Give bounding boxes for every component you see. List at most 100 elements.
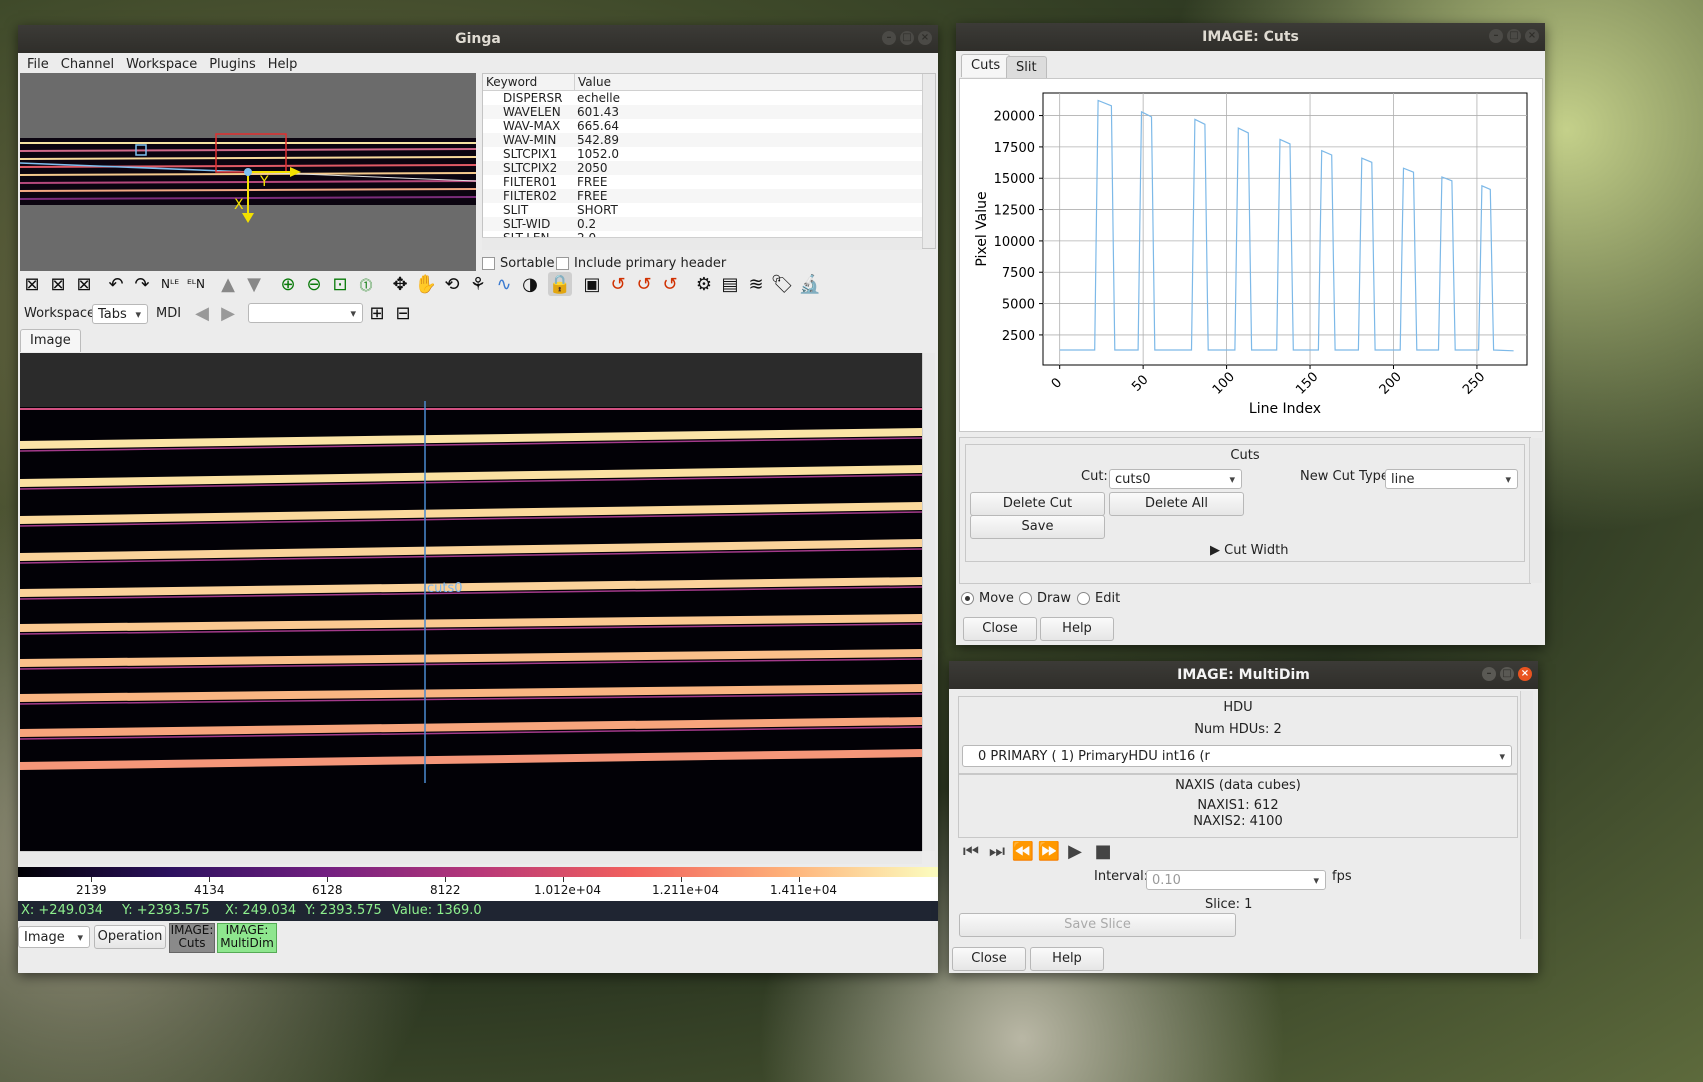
- plugin-tab-multidim[interactable]: IMAGE: MultiDim: [217, 923, 277, 953]
- md-close-window-button[interactable]: ×: [1518, 667, 1532, 681]
- header-vscroll[interactable]: [922, 74, 935, 248]
- include-primary-checkbox[interactable]: Include primary header: [556, 256, 726, 271]
- hdu-combo[interactable]: 0 PRIMARY ( 1) PrimaryHDU int16 (r: [962, 745, 1512, 768]
- lock-icon[interactable]: 🔒: [548, 272, 572, 296]
- cuts-close-button[interactable]: Close: [963, 617, 1037, 641]
- orient-nw-icon[interactable]: ᴱᴸN: [184, 272, 208, 296]
- next-arrow-icon[interactable]: ▶: [216, 301, 240, 325]
- menu-channel[interactable]: Channel: [58, 57, 123, 72]
- md-vscroll[interactable]: [1520, 691, 1533, 939]
- interval-spinbox[interactable]: 0.10: [1146, 870, 1326, 891]
- column-value[interactable]: Value: [575, 74, 611, 90]
- reset-contrast-icon[interactable]: ↺: [632, 272, 656, 296]
- preferences-icon[interactable]: ⚙: [692, 272, 716, 296]
- header-row[interactable]: SLT-WID 0.2: [483, 217, 935, 231]
- header-row[interactable]: FILTER02 FREE: [483, 189, 935, 203]
- add-workspace-icon[interactable]: ⊞: [365, 301, 389, 325]
- cuts-help-button[interactable]: Help: [1040, 617, 1114, 641]
- cuts-minimize-button[interactable]: –: [1489, 29, 1503, 43]
- pan-view[interactable]: Y X: [20, 73, 476, 271]
- swap-xy-icon[interactable]: ⊠: [72, 272, 96, 296]
- channel-combo[interactable]: Image: [18, 926, 90, 949]
- plugin-tab-cuts[interactable]: IMAGE: Cuts: [169, 923, 215, 953]
- sortable-checkbox[interactable]: Sortable: [482, 256, 554, 271]
- first-slice-icon[interactable]: ⏮: [959, 839, 983, 863]
- controls-vscroll[interactable]: [1529, 438, 1542, 583]
- md-close-button[interactable]: Close: [952, 947, 1026, 971]
- header-row[interactable]: WAV-MIN 542.89: [483, 133, 935, 147]
- image-viewer[interactable]: cuts0: [20, 353, 922, 851]
- md-help-button[interactable]: Help: [1030, 947, 1104, 971]
- mode-draw-radio[interactable]: Draw: [1019, 591, 1071, 606]
- cuts-close-window-button[interactable]: ×: [1525, 29, 1539, 43]
- prev-arrow-icon[interactable]: ◀: [190, 301, 214, 325]
- tab-image[interactable]: Image: [20, 329, 81, 352]
- grab-icon[interactable]: ✋: [414, 272, 438, 296]
- rewind-icon[interactable]: ⏪: [1011, 839, 1035, 863]
- layers-icon[interactable]: ≋: [744, 272, 768, 296]
- cuts-plot[interactable]: 0 50 100 150 200 250 2500 5000 7500 10000 12500 150…: [960, 79, 1542, 431]
- flip-x-icon[interactable]: ⊠: [20, 272, 44, 296]
- flip-y-icon[interactable]: ⊠: [46, 272, 70, 296]
- save-slice-button[interactable]: Save Slice: [959, 913, 1236, 937]
- cut-width-expander[interactable]: ▶ Cut Width: [1210, 543, 1288, 558]
- menu-plugins[interactable]: Plugins: [206, 57, 265, 72]
- delete-all-button[interactable]: Delete All: [1109, 492, 1244, 516]
- header-row[interactable]: SLTCPIX2 2050: [483, 161, 935, 175]
- stop-icon[interactable]: ■: [1091, 839, 1115, 863]
- zoom-in-icon[interactable]: ⊕: [276, 272, 300, 296]
- cut-combo[interactable]: cuts0: [1109, 469, 1242, 490]
- workspace-combo[interactable]: Tabs: [92, 304, 148, 325]
- column-keyword[interactable]: Keyword: [483, 74, 575, 90]
- header-row[interactable]: WAV-MAX 665.64: [483, 119, 935, 133]
- rotate-ccw-icon[interactable]: ↶: [104, 272, 128, 296]
- tab-slit[interactable]: Slit: [1006, 56, 1047, 79]
- workspace-name-input[interactable]: [248, 303, 363, 324]
- next-image-icon[interactable]: ▼: [242, 272, 266, 296]
- rotate-icon[interactable]: ⟲: [440, 272, 464, 296]
- reset-cmap-icon[interactable]: ↺: [606, 272, 630, 296]
- fast-forward-icon[interactable]: ⏩: [1037, 839, 1061, 863]
- tag-icon[interactable]: 🏷: [770, 272, 794, 296]
- play-icon[interactable]: ▶: [1063, 839, 1087, 863]
- prev-slice-icon[interactable]: ⏭: [985, 839, 1009, 863]
- close-button[interactable]: ×: [918, 31, 932, 45]
- contrast-icon[interactable]: ◑: [518, 272, 542, 296]
- tab-cuts[interactable]: Cuts: [961, 54, 1011, 77]
- header-hscroll[interactable]: [482, 237, 922, 250]
- cuts-maximize-button[interactable]: □: [1507, 29, 1521, 43]
- header-row[interactable]: SLIT SHORT: [483, 203, 935, 217]
- image-hscroll[interactable]: [20, 851, 922, 864]
- menu-help[interactable]: Help: [265, 57, 307, 72]
- prev-image-icon[interactable]: ▲: [216, 272, 240, 296]
- cuts-icon[interactable]: ▣: [580, 272, 604, 296]
- md-minimize-button[interactable]: –: [1482, 667, 1496, 681]
- header-table[interactable]: Keyword Value DISPERSR echelle WAVELEN 601.…: [482, 73, 936, 249]
- delete-cut-button[interactable]: Delete Cut: [970, 492, 1105, 516]
- operation-button[interactable]: Operation: [94, 925, 166, 949]
- mode-move-radio[interactable]: Move: [961, 591, 1014, 606]
- maximize-button[interactable]: □: [900, 31, 914, 45]
- mode-edit-radio[interactable]: Edit: [1077, 591, 1120, 606]
- reset-transform-icon[interactable]: ↺: [658, 272, 682, 296]
- zoom-100-icon[interactable]: ⓵: [354, 272, 378, 296]
- md-maximize-button[interactable]: □: [1500, 667, 1514, 681]
- header-row[interactable]: WAVELEN 601.43: [483, 105, 935, 119]
- minimize-button[interactable]: –: [882, 31, 896, 45]
- header-row[interactable]: SLTCPIX1 1052.0: [483, 147, 935, 161]
- microscope-icon[interactable]: 🔬: [798, 272, 822, 296]
- colorbar[interactable]: 2139 4134 6128 8122 1.012e+04 1.211e+04 1.411e…: [18, 867, 938, 901]
- save-button[interactable]: Save: [970, 515, 1105, 539]
- orient-ne-icon[interactable]: Nᴸᴱ: [158, 272, 182, 296]
- rotate-cw-icon[interactable]: ↷: [130, 272, 154, 296]
- image-vscroll[interactable]: [922, 353, 935, 851]
- remove-workspace-icon[interactable]: ⊟: [391, 301, 415, 325]
- header-row[interactable]: FILTER01 FREE: [483, 175, 935, 189]
- new-cut-type-combo[interactable]: line: [1385, 469, 1518, 490]
- zoom-fit-icon[interactable]: ⊡: [328, 272, 352, 296]
- zoom-out-icon[interactable]: ⊖: [302, 272, 326, 296]
- colormap-icon[interactable]: ∿: [492, 272, 516, 296]
- header-row[interactable]: DISPERSR echelle: [483, 91, 935, 105]
- menu-workspace[interactable]: Workspace: [123, 57, 206, 72]
- menu-file[interactable]: File: [24, 57, 58, 72]
